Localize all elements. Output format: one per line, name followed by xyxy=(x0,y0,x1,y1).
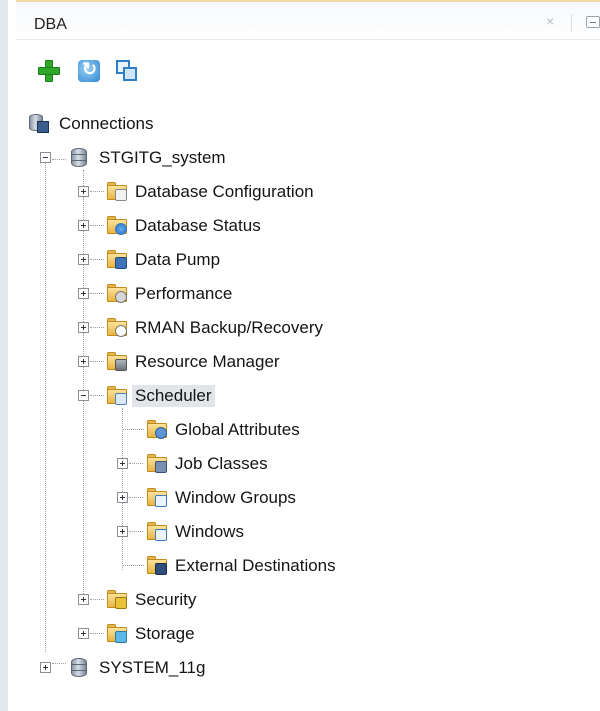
connections-icon xyxy=(28,112,50,134)
tree-item-label[interactable]: Database Status xyxy=(132,215,264,237)
expand-toggle[interactable] xyxy=(78,254,89,265)
window-groups-folder-icon xyxy=(146,486,168,508)
tree-item-label[interactable]: Windows xyxy=(172,521,247,543)
tree-item-label[interactable]: Database Configuration xyxy=(132,181,317,203)
expand-toggle[interactable] xyxy=(78,628,89,639)
expand-toggle[interactable] xyxy=(117,458,128,469)
tree-item-label[interactable]: Performance xyxy=(132,283,235,305)
windows-folder-icon xyxy=(146,520,168,542)
database-connection-icon xyxy=(68,656,90,678)
refresh-icon xyxy=(78,59,100,82)
tree-item-label[interactable]: Storage xyxy=(132,623,198,645)
titlebar-separator xyxy=(571,14,572,32)
tree-item-label[interactable]: RMAN Backup/Recovery xyxy=(132,317,326,339)
connection-label[interactable]: STGITG_system xyxy=(96,147,229,169)
performance-folder-icon xyxy=(106,282,128,304)
expand-toggle[interactable] xyxy=(78,594,89,605)
tree-node-resource-manager: Resource Manager xyxy=(8,346,600,378)
expand-toggle[interactable] xyxy=(78,322,89,333)
storage-folder-icon xyxy=(106,622,128,644)
expand-toggle[interactable] xyxy=(78,356,89,367)
tree-item-label[interactable]: Data Pump xyxy=(132,249,223,271)
add-connection-button[interactable] xyxy=(36,58,62,84)
resource-manager-folder-icon xyxy=(106,350,128,372)
toolbar xyxy=(36,58,596,88)
external-destinations-icon xyxy=(146,554,168,576)
tree-item-label[interactable]: Job Classes xyxy=(172,453,271,475)
tree-item-label[interactable]: Resource Manager xyxy=(132,351,283,373)
tree-node-job-classes: Job Classes xyxy=(8,448,600,480)
tree-node-external-destinations: External Destinations xyxy=(8,550,600,582)
tree-node-data-pump: Data Pump xyxy=(8,244,600,276)
tree-node-connection: SYSTEM_11g xyxy=(8,652,600,684)
tree-node-database-status: Database Status xyxy=(8,210,600,242)
panel-title: DBA xyxy=(34,16,67,33)
job-classes-folder-icon xyxy=(146,452,168,474)
expand-toggle[interactable] xyxy=(117,526,128,537)
rman-folder-icon xyxy=(106,316,128,338)
connection-label[interactable]: SYSTEM_11g xyxy=(96,657,208,679)
tree-node-global-attributes: Global Attributes xyxy=(8,414,600,446)
collapse-toggle[interactable] xyxy=(40,152,51,163)
tree-node-security: Security xyxy=(8,584,600,616)
expand-toggle[interactable] xyxy=(78,288,89,299)
global-attributes-icon xyxy=(146,418,168,440)
expand-toggle[interactable] xyxy=(78,220,89,231)
tree-node-performance: Performance xyxy=(8,278,600,310)
config-folder-icon xyxy=(106,180,128,202)
expand-toggle[interactable] xyxy=(78,186,89,197)
tree-node-window-groups: Window Groups xyxy=(8,482,600,514)
data-pump-folder-icon xyxy=(106,248,128,270)
tree-item-label[interactable]: Global Attributes xyxy=(172,419,303,441)
tree-node-rman: RMAN Backup/Recovery xyxy=(8,312,600,344)
dba-panel: DBA × Connections STGITG_system xyxy=(0,0,600,711)
status-folder-icon xyxy=(106,214,128,236)
expand-toggle[interactable] xyxy=(40,662,51,673)
tree-node-database-configuration: Database Configuration xyxy=(8,176,600,208)
tree-node-windows: Windows xyxy=(8,516,600,548)
database-connection-icon xyxy=(68,146,90,168)
tree-node-scheduler: Scheduler xyxy=(8,380,600,412)
panel-titlebar: DBA × xyxy=(16,0,600,40)
collapse-toggle[interactable] xyxy=(78,390,89,401)
tree-item-label[interactable]: Security xyxy=(132,589,199,611)
expand-toggle[interactable] xyxy=(117,492,128,503)
scheduler-folder-icon xyxy=(106,384,128,406)
tree-node-storage: Storage xyxy=(8,618,600,650)
tree-item-label[interactable]: Window Groups xyxy=(172,487,299,509)
connections-label[interactable]: Connections xyxy=(56,113,157,135)
minimize-button[interactable] xyxy=(586,16,600,28)
security-folder-icon xyxy=(106,588,128,610)
close-icon[interactable]: × xyxy=(546,13,554,29)
tree-node-connection: STGITG_system xyxy=(8,142,600,174)
collapse-all-button[interactable] xyxy=(114,58,140,84)
tree-item-label[interactable]: External Destinations xyxy=(172,555,339,577)
tree-node-connections: Connections xyxy=(8,108,600,140)
tree-item-label-selected[interactable]: Scheduler xyxy=(132,385,215,407)
refresh-button[interactable] xyxy=(76,58,102,84)
